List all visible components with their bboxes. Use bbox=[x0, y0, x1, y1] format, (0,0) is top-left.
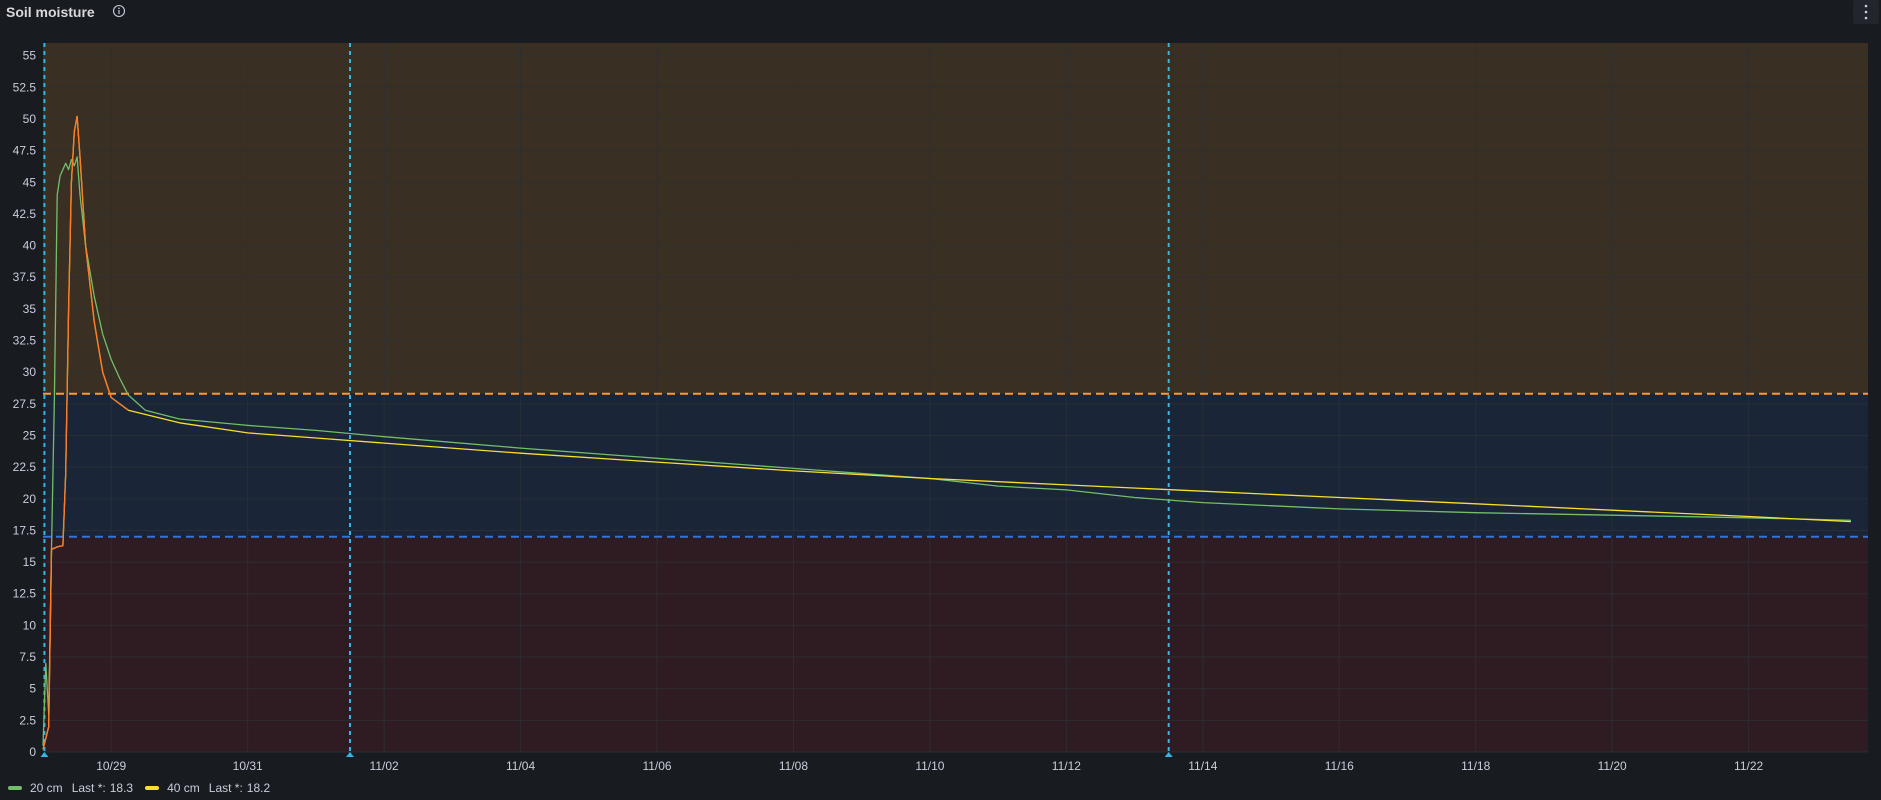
y-tick-label: 22.5 bbox=[13, 460, 37, 474]
y-tick-label: 2.5 bbox=[19, 713, 36, 727]
annotation-marker bbox=[40, 752, 49, 757]
legend-item-20cm[interactable]: 20 cm Last *: 18.3 bbox=[8, 781, 133, 795]
y-tick-label: 25 bbox=[23, 428, 37, 442]
y-tick-label: 37.5 bbox=[13, 270, 37, 284]
x-tick-label: 11/08 bbox=[779, 759, 808, 773]
x-tick-label: 11/14 bbox=[1188, 759, 1217, 773]
y-tick-label: 50 bbox=[23, 112, 37, 126]
x-tick-label: 11/06 bbox=[642, 759, 671, 773]
y-tick-label: 5 bbox=[29, 682, 36, 696]
legend-swatch bbox=[8, 786, 22, 790]
legend-last-value: 18.2 bbox=[246, 781, 271, 795]
legend-series-name: 40 cm bbox=[167, 781, 200, 795]
legend-swatch bbox=[145, 786, 160, 790]
x-tick-label: 10/31 bbox=[233, 759, 263, 773]
y-tick-label: 7.5 bbox=[19, 650, 36, 664]
x-tick-label: 11/04 bbox=[506, 759, 535, 773]
legend-last-label: Last *: bbox=[71, 781, 106, 795]
y-tick-label: 17.5 bbox=[13, 523, 37, 537]
threshold-band bbox=[43, 43, 1868, 394]
y-tick-label: 32.5 bbox=[13, 334, 37, 348]
x-tick-label: 10/29 bbox=[96, 759, 126, 773]
y-tick-label: 12.5 bbox=[13, 587, 37, 601]
threshold-band bbox=[43, 536, 1868, 752]
legend-series-name: 20 cm bbox=[30, 781, 63, 795]
y-tick-label: 20 bbox=[23, 492, 37, 506]
x-tick-label: 11/02 bbox=[370, 759, 399, 773]
x-tick-label: 11/16 bbox=[1325, 759, 1354, 773]
y-tick-label: 47.5 bbox=[13, 144, 37, 158]
y-tick-label: 27.5 bbox=[13, 397, 37, 411]
x-tick-label: 11/12 bbox=[1052, 759, 1081, 773]
soil-moisture-chart[interactable]: 0 2.5 5 7.5 10 12.5 15 17.5 20 22.5 25 27.5 30 32.5 35… bbox=[0, 0, 1881, 776]
x-tick-label: 11/10 bbox=[915, 759, 944, 773]
y-tick-label: 55 bbox=[23, 49, 37, 63]
legend-last-value: 18.3 bbox=[109, 781, 134, 795]
y-tick-label: 35 bbox=[23, 302, 37, 316]
legend-last-label: Last *: bbox=[208, 781, 243, 795]
y-tick-label: 10 bbox=[23, 618, 37, 632]
annotation-marker bbox=[346, 752, 355, 757]
y-tick-label: 15 bbox=[23, 555, 37, 569]
y-tick-label: 52.5 bbox=[13, 80, 37, 94]
y-tick-label: 0 bbox=[29, 745, 36, 759]
y-tick-label: 30 bbox=[23, 365, 37, 379]
legend-item-40cm[interactable]: 40 cm Last *: 18.2 bbox=[145, 781, 270, 795]
y-tick-label: 40 bbox=[23, 239, 37, 253]
y-tick-label: 42.5 bbox=[13, 207, 37, 221]
legend: 20 cm Last *: 18.3 40 cm Last *: 18.2 bbox=[8, 780, 282, 796]
y-tick-label: 45 bbox=[23, 175, 37, 189]
x-tick-label: 11/20 bbox=[1598, 759, 1627, 773]
annotation-marker bbox=[1164, 752, 1173, 757]
x-tick-label: 11/22 bbox=[1734, 759, 1763, 773]
x-tick-label: 11/18 bbox=[1461, 759, 1490, 773]
